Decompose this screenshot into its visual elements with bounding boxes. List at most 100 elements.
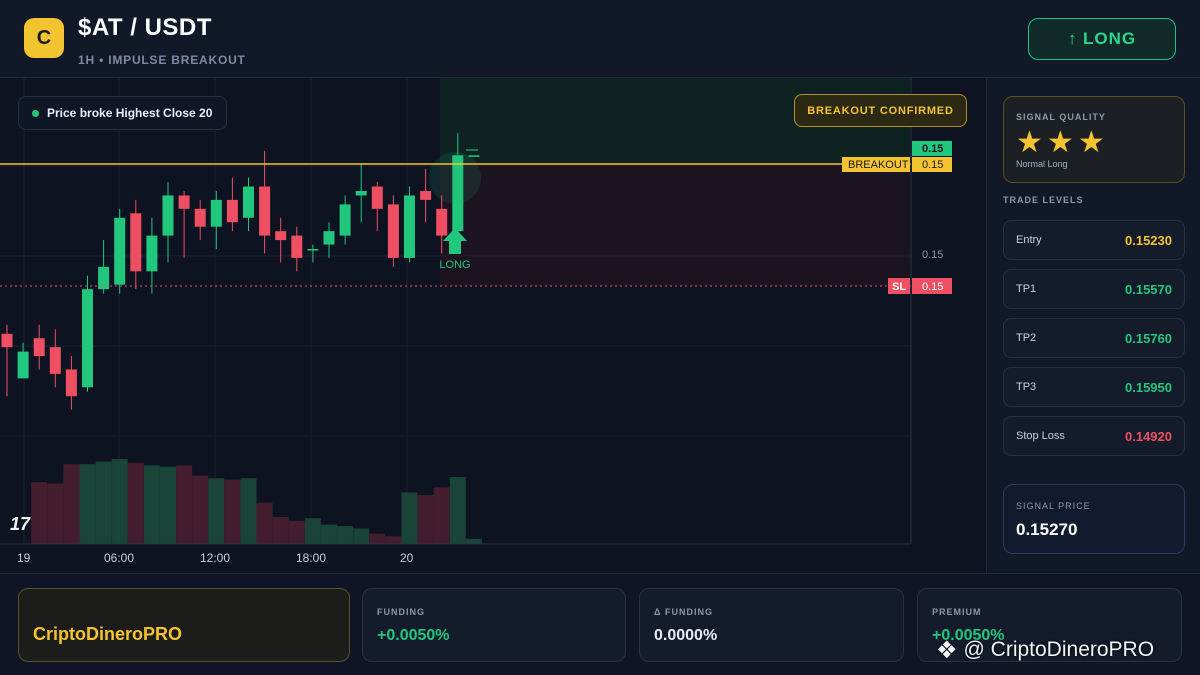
volume-bar [95, 461, 112, 544]
level-value: 0.15950 [1125, 379, 1172, 395]
candle-body [436, 208, 448, 236]
candle-body [291, 235, 303, 258]
candle-body [65, 369, 77, 397]
level-value: 0.15230 [1125, 232, 1172, 248]
candle-body [194, 208, 206, 227]
info-pill: Price broke Highest Close 20 [18, 96, 228, 130]
brand-card: CriptoDineroPRO [18, 588, 350, 662]
delta-funding-card: Δ FUNDING 0.0000% [639, 588, 904, 662]
candle-body [114, 217, 126, 285]
volume-bar [192, 475, 209, 544]
long-direction-button[interactable]: ↑ LONG [1028, 18, 1176, 60]
signal-price-card: SIGNAL PRICE 0.15270 [1003, 484, 1185, 554]
brand-name: CriptoDineroPRO [33, 624, 183, 644]
volume-bar [385, 536, 402, 544]
volume-bar [47, 483, 64, 544]
level-value: 0.14920 [1125, 428, 1172, 444]
level-name: TP2 [1016, 332, 1037, 344]
star-icon: ★ [1046, 126, 1076, 159]
header-bar: C $AT / USDT 1H • IMPULSE BREAKOUT ↑ LON… [0, 0, 1200, 78]
signal-sidebar: SIGNAL QUALITY ★★★ Normal Long TRADE LEV… [986, 78, 1200, 573]
volume-bar [160, 466, 176, 544]
level-name: Stop Loss [1016, 430, 1065, 442]
volume-bar [321, 524, 337, 544]
level-tp1: TP1 0.15570 [1003, 269, 1185, 309]
candle-body [17, 351, 29, 379]
volume-bar [176, 465, 193, 544]
pair-subtitle: 1H • IMPULSE BREAKOUT [78, 53, 246, 67]
star-icon: ★ [1016, 126, 1045, 159]
volume-bar [143, 465, 160, 544]
signal-quality-note: Normal Long [1016, 159, 1068, 169]
candle-body [387, 204, 399, 258]
level-name: TP1 [1016, 283, 1037, 295]
candle-body [33, 338, 45, 357]
volume-bar [63, 464, 80, 544]
signal-price-label: SIGNAL PRICE [1016, 501, 1091, 511]
candle-body [259, 186, 271, 236]
breakout-value: 0.15 [922, 159, 943, 171]
star-icon: ★ [1077, 126, 1107, 159]
volume-bar [79, 464, 96, 544]
volume-bar [449, 477, 466, 544]
sl-value: 0.15 [922, 281, 943, 293]
level-tp3: TP3 0.15950 [1003, 367, 1185, 407]
volume-bar [240, 478, 257, 544]
level-name: Entry [1016, 234, 1042, 246]
candle-body [468, 155, 480, 157]
volume-bar [401, 492, 418, 544]
breakout-tag: BREAKOUT [848, 159, 909, 171]
candle-body [307, 249, 319, 251]
volume-bar [111, 459, 128, 544]
level-value: 0.15760 [1125, 330, 1172, 346]
time-tick-label: 06:00 [104, 551, 134, 565]
candle-body [178, 195, 190, 209]
tradingview-logo-icon[interactable]: 17 [10, 514, 44, 534]
time-tick-label: 20 [400, 551, 414, 565]
candle-body [355, 191, 367, 196]
pair-title: $AT / USDT [78, 14, 212, 41]
candles [1, 133, 480, 410]
candle-body [226, 199, 238, 223]
candlestick-chart: LONG 0.15 BREAKOUT 0.15 0.15 SL 0.15 19 … [0, 78, 952, 565]
price-chart[interactable]: LONG 0.15 BREAKOUT 0.15 0.15 SL 0.15 19 … [0, 78, 986, 573]
volume-bar [353, 528, 370, 544]
funding-value: +0.0050% [377, 627, 450, 644]
time-tick-label: 12:00 [200, 551, 230, 565]
volume-bar [272, 516, 289, 544]
level-name: TP3 [1016, 381, 1037, 393]
watermark: ❖ @ CriptoDineroPRO [936, 636, 1154, 664]
signal-glow [429, 152, 481, 204]
candle-body [420, 191, 432, 200]
volume-bar [417, 495, 434, 544]
funding-card: FUNDING +0.0050% [362, 588, 626, 662]
volume-bar [208, 478, 225, 544]
sl-tag: SL [892, 281, 906, 293]
candle-body [275, 231, 287, 241]
volume-bar [337, 525, 354, 544]
candle-body [98, 266, 110, 290]
funding-label: FUNDING [377, 607, 425, 617]
candle-body [1, 333, 13, 348]
candle-body [404, 195, 415, 258]
candle-body [146, 235, 158, 272]
status-dot [32, 110, 39, 117]
last-price-label: 0.15 [922, 143, 943, 155]
signal-quality-label: SIGNAL QUALITY [1016, 112, 1106, 122]
candle-body [339, 204, 351, 236]
volume-bars [31, 459, 482, 544]
time-tick-label: 19 [17, 551, 31, 565]
candle-body [49, 347, 61, 374]
volume-bar [304, 518, 321, 544]
price-scale-tick: 0.15 [922, 249, 943, 261]
volume-bar [224, 479, 241, 544]
trade-levels-title: TRADE LEVELS [1003, 195, 1084, 205]
volume-bar [369, 533, 386, 544]
volume-bar [256, 502, 273, 544]
level-entry: Entry 0.15230 [1003, 220, 1185, 260]
binance-logo-icon: ❖ [936, 636, 958, 664]
level-stop-loss: Stop Loss 0.14920 [1003, 416, 1185, 456]
long-signal-label: LONG [439, 259, 470, 271]
candle-body [371, 186, 383, 209]
signal-quality-card: SIGNAL QUALITY ★★★ Normal Long [1003, 96, 1185, 183]
